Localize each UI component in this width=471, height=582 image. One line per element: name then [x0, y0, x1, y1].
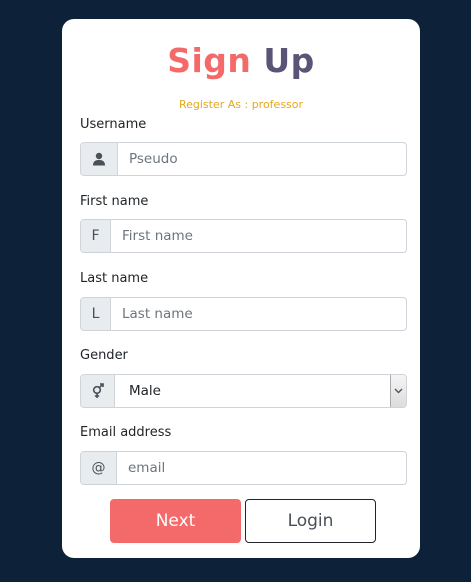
gender-group: Male — [80, 374, 407, 408]
email-input[interactable] — [117, 452, 406, 484]
last-name-group: L — [80, 297, 407, 331]
user-icon — [81, 143, 118, 175]
gender-icon — [81, 375, 115, 407]
gender-label: Gender — [80, 348, 128, 363]
email-group: @ — [80, 451, 407, 485]
first-name-addon: F — [81, 220, 111, 252]
last-name-input[interactable] — [111, 298, 406, 330]
title-sign: Sign — [167, 41, 252, 80]
last-name-label: Last name — [80, 271, 149, 286]
page-title: Sign Up — [62, 41, 420, 81]
username-label: Username — [80, 117, 147, 132]
username-group — [80, 142, 407, 176]
chevron-down-icon[interactable] — [390, 375, 406, 407]
signup-card: Sign Up Register As : professor Username… — [62, 19, 420, 558]
email-addon: @ — [81, 452, 117, 484]
gender-selected-value: Male — [129, 383, 161, 399]
gender-select[interactable]: Male — [115, 375, 406, 407]
first-name-group: F — [80, 219, 407, 253]
first-name-input[interactable] — [111, 220, 406, 252]
next-button[interactable]: Next — [110, 499, 241, 543]
login-button[interactable]: Login — [245, 499, 376, 543]
email-label: Email address — [80, 425, 172, 440]
first-name-label: First name — [80, 194, 149, 209]
last-name-addon: L — [81, 298, 111, 330]
username-input[interactable] — [118, 143, 406, 175]
title-up: Up — [263, 41, 315, 80]
register-role-label: Register As : professor — [178, 98, 304, 111]
